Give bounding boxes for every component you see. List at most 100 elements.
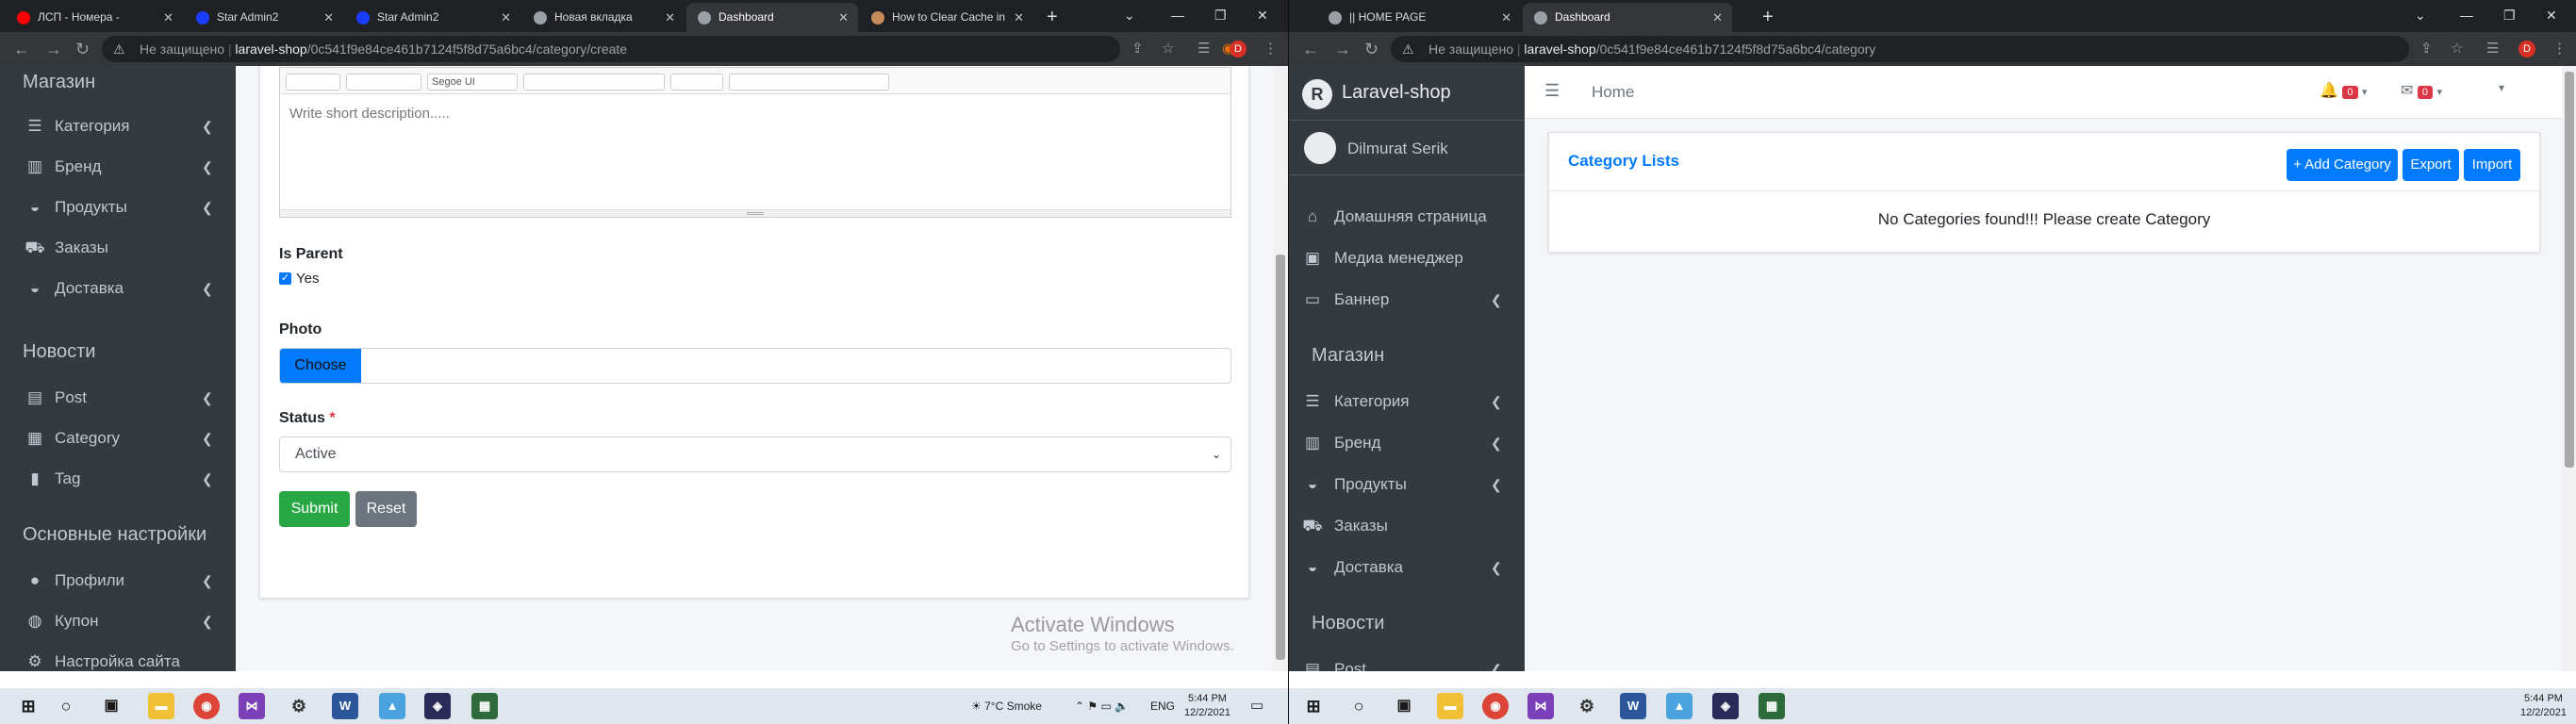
submit-button[interactable]: Submit	[279, 491, 350, 527]
user-panel[interactable]: Dilmurat Serik	[1289, 121, 1525, 175]
share-icon[interactable]: ⇪	[1131, 32, 1144, 66]
notification-icon[interactable]: ▭	[1250, 688, 1263, 724]
minimize-button[interactable]: —	[2460, 0, 2473, 32]
sidebar-item[interactable]: ⛟ Заказы	[1289, 507, 1525, 545]
word-icon[interactable]: W	[332, 693, 358, 719]
page-scrollbar[interactable]	[2562, 66, 2576, 671]
tab-close-icon[interactable]: ✕	[1014, 3, 1024, 32]
settings-icon[interactable]: ⚙	[286, 693, 312, 719]
file-explorer-icon[interactable]: ▬	[148, 693, 174, 719]
is-parent-checkbox[interactable]: ✓	[279, 272, 291, 285]
menu-kebab-icon[interactable]: ⋮	[2552, 32, 2567, 66]
close-window-button[interactable]: ✕	[2546, 0, 2557, 32]
tab-5[interactable]: Dashboard ✕	[686, 3, 858, 32]
settings-icon[interactable]: ⚙	[1574, 693, 1600, 719]
sidebar-item[interactable]: ▤ Post ❮	[1289, 650, 1525, 671]
tab-close-icon[interactable]: ✕	[163, 3, 173, 32]
chrome-icon[interactable]: ◉	[1482, 693, 1509, 719]
export-button[interactable]: Export	[2403, 149, 2459, 181]
back-icon[interactable]: ←	[13, 32, 30, 66]
sidebar-item[interactable]: ◒ Продукты ❮	[1289, 466, 1525, 503]
restore-button[interactable]: ❐	[2503, 0, 2516, 32]
sidebar-item[interactable]: ◒ Продукты ❮	[0, 189, 236, 226]
notifications-button[interactable]: 🔔 0 ▾	[2320, 81, 2367, 100]
font-dropdown[interactable]: Segoe UI	[427, 74, 518, 90]
status-select[interactable]: Active ⌄	[279, 436, 1231, 472]
tab-4[interactable]: Новая вкладка ✕	[522, 3, 685, 32]
tab-2[interactable]: Star Admin2 ✕	[185, 3, 343, 32]
profile-avatar[interactable]: D	[1230, 41, 1247, 58]
tab-close-icon[interactable]: ✕	[1712, 3, 1723, 32]
reading-list-icon[interactable]: ☰	[2486, 32, 2499, 66]
scrollbar-thumb[interactable]	[1276, 255, 1285, 660]
task-view-icon[interactable]: ▣	[1391, 693, 1417, 719]
word-icon[interactable]: W	[1620, 693, 1646, 719]
visual-studio-icon[interactable]: ⋈	[239, 693, 265, 719]
terminal-icon[interactable]: ▦	[471, 693, 498, 719]
sidebar-item[interactable]: ▮ Tag ❮	[0, 460, 236, 498]
brand-link[interactable]: R Laravel-shop	[1289, 66, 1525, 121]
bookmark-star-icon[interactable]: ☆	[1162, 32, 1174, 66]
import-button[interactable]: Import	[2464, 149, 2520, 181]
sidebar-item[interactable]: ▤ Post ❮	[0, 379, 236, 417]
style-dropdown[interactable]	[286, 74, 340, 90]
user-menu-chevron-icon[interactable]: ▾	[2499, 81, 2504, 94]
sidebar-item[interactable]: ▣ Медиа менеджер	[1289, 239, 1525, 277]
reload-icon[interactable]: ↻	[1364, 32, 1379, 66]
minimize-button[interactable]: —	[1171, 0, 1184, 32]
tab-close-icon[interactable]: ✕	[1501, 3, 1511, 32]
list-buttons[interactable]	[670, 74, 723, 90]
sidebar-item[interactable]: ⛟ Заказы	[0, 229, 236, 267]
task-view-icon[interactable]: ▣	[98, 693, 124, 719]
windows-start-icon[interactable]: ⊞	[15, 693, 41, 719]
app-icon[interactable]: ◈	[1712, 693, 1739, 719]
file-explorer-icon[interactable]: ▬	[1437, 693, 1463, 719]
photos-icon[interactable]: ▲	[1666, 693, 1693, 719]
windows-start-icon[interactable]: ⊞	[1300, 693, 1327, 719]
url-input[interactable]: ⚠ Не защищено | laravel-shop/0c541f9e84c…	[1391, 36, 2409, 62]
sidebar-item[interactable]: ◒ Доставка ❮	[1289, 549, 1525, 586]
messages-button[interactable]: ✉ 0 ▾	[2401, 81, 2442, 100]
page-scrollbar[interactable]	[1273, 66, 1288, 671]
photos-icon[interactable]: ▲	[379, 693, 405, 719]
menu-kebab-icon[interactable]: ⋮	[1263, 32, 1278, 66]
search-icon[interactable]: ○	[1346, 693, 1372, 719]
reload-icon[interactable]: ↻	[75, 32, 90, 66]
tab-close-icon[interactable]: ✕	[665, 3, 675, 32]
restore-button[interactable]: ❐	[1214, 0, 1227, 32]
forward-icon[interactable]: →	[1334, 32, 1351, 66]
photo-input[interactable]: Choose	[279, 348, 1231, 384]
weather-widget[interactable]: ☀ 7°C Smoke	[971, 688, 1042, 724]
tab-close-icon[interactable]: ✕	[838, 3, 849, 32]
reset-button[interactable]: Reset	[355, 491, 417, 527]
sidebar-item[interactable]: ⚙ Настройка сайта	[0, 643, 236, 671]
insert-buttons[interactable]	[729, 74, 889, 90]
tab-close-icon[interactable]: ✕	[323, 3, 334, 32]
share-icon[interactable]: ⇪	[2420, 32, 2433, 66]
scrollbar-thumb[interactable]	[2565, 72, 2574, 468]
taskbar-clock[interactable]: 5:44 PM 12/2/2021	[2520, 692, 2567, 720]
sidebar-item[interactable]: ▭ Баннер ❮	[1289, 281, 1525, 319]
tray-icons[interactable]: ⌃ ⚑ ▭ 🔈	[1075, 688, 1129, 724]
new-tab-button[interactable]: +	[1762, 3, 1774, 32]
sidebar-item[interactable]: ● Профили ❮	[0, 562, 236, 600]
new-tab-button[interactable]: +	[1047, 3, 1058, 32]
terminal-icon[interactable]: ▦	[1759, 693, 1785, 719]
editor-resize-bar[interactable]	[280, 209, 1230, 217]
visual-studio-icon[interactable]: ⋈	[1527, 693, 1554, 719]
tab-2[interactable]: Dashboard ✕	[1523, 3, 1732, 32]
sidebar-item[interactable]: ▦ Category ❮	[0, 420, 236, 457]
profile-avatar[interactable]: D	[2518, 41, 2535, 58]
color-buttons[interactable]	[523, 74, 665, 90]
sidebar-item[interactable]: ▥ Бренд ❮	[1289, 424, 1525, 462]
sidebar-item[interactable]: ◍ Купон ❮	[0, 602, 236, 640]
format-buttons[interactable]	[346, 74, 421, 90]
bookmark-star-icon[interactable]: ☆	[2451, 32, 2463, 66]
nav-home-link[interactable]: Home	[1592, 83, 1634, 102]
sidebar-toggle-icon[interactable]: ☰	[1544, 81, 1560, 101]
sidebar-item[interactable]: ⌂ Домашняя страница	[1289, 198, 1525, 236]
sidebar-item[interactable]: ◒ Доставка ❮	[0, 270, 236, 307]
sidebar-item[interactable]: ☰ Категория ❮	[1289, 383, 1525, 420]
sidebar-item[interactable]: ☰ Категория ❮	[0, 107, 236, 145]
forward-icon[interactable]: →	[45, 32, 62, 66]
